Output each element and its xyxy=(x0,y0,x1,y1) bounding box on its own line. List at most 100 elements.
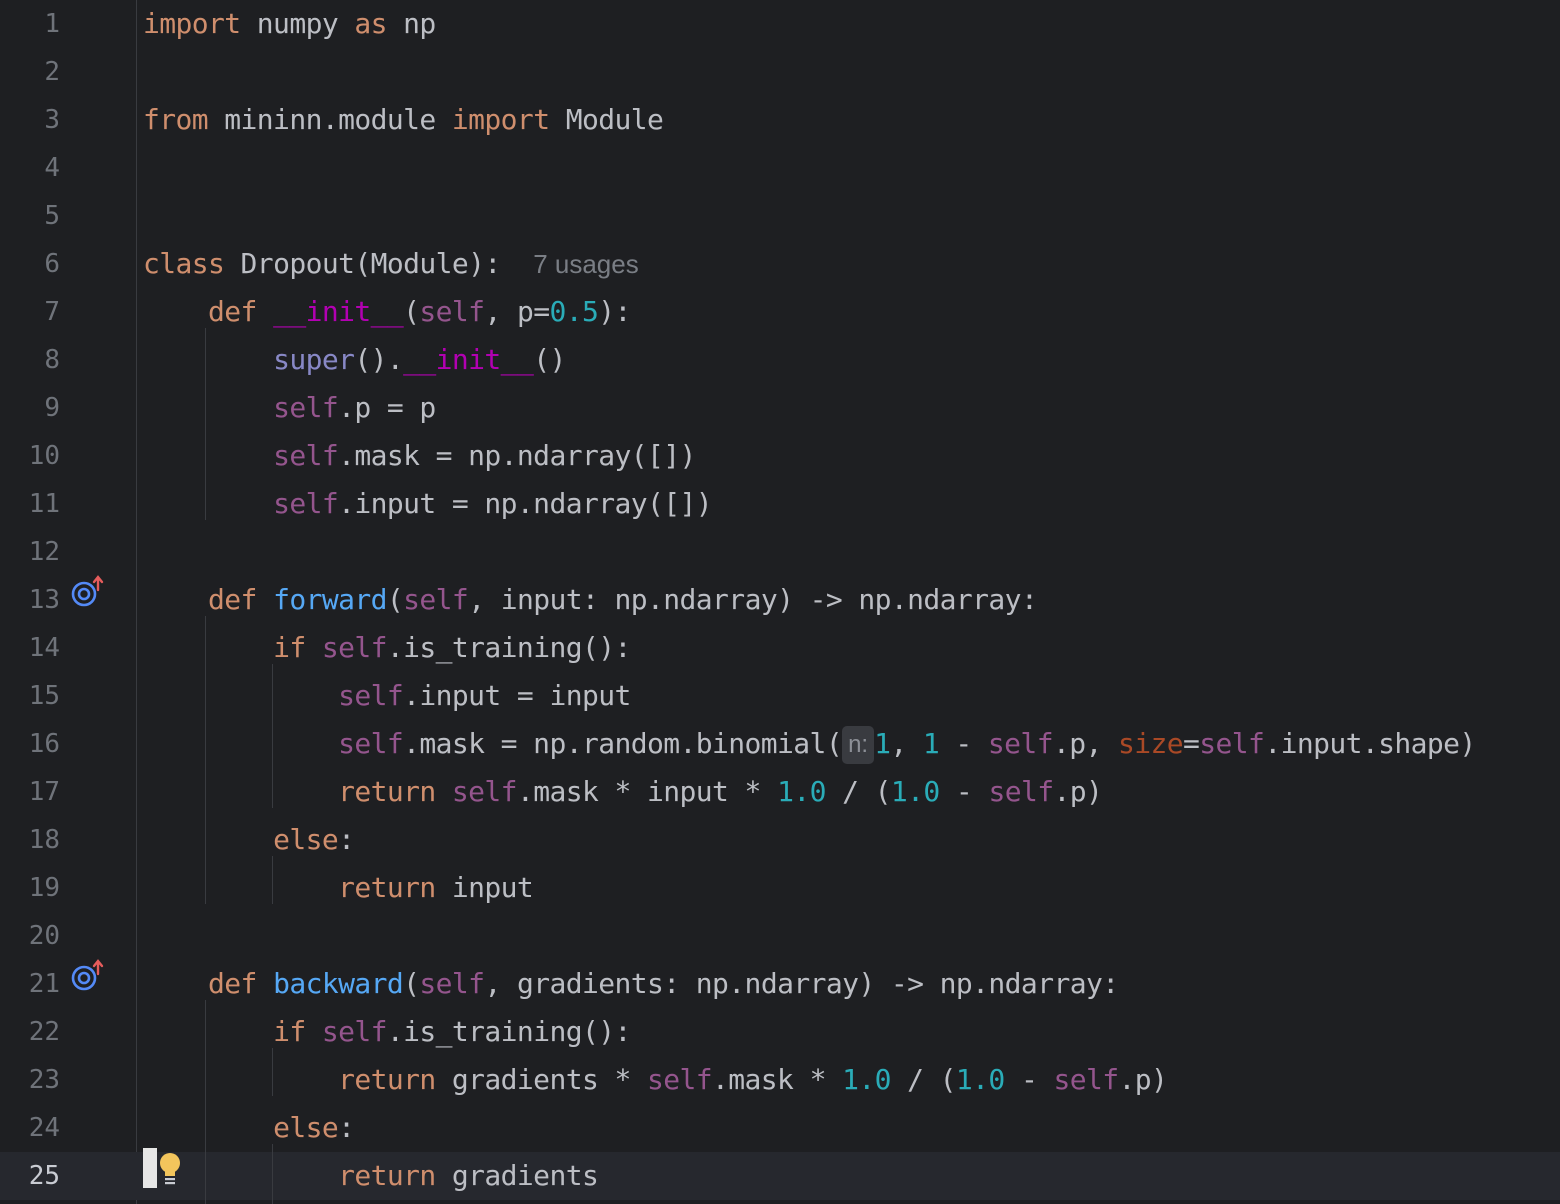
code-text: else: xyxy=(143,816,355,864)
code-line[interactable]: 1 import numpy as np xyxy=(0,0,1560,48)
code-token: self xyxy=(273,439,339,472)
code-line[interactable]: 2 xyxy=(0,48,1560,96)
code-line[interactable]: 25 return gradients xyxy=(0,1152,1560,1200)
code-line[interactable]: 9 self.p = p xyxy=(0,384,1560,432)
line-number: 25 xyxy=(28,1161,60,1191)
code-token: 1.0 xyxy=(777,775,826,808)
code-line[interactable]: 5 xyxy=(0,192,1560,240)
line-number: 4 xyxy=(44,153,60,183)
code-text: else: xyxy=(143,1104,355,1152)
code-token: : xyxy=(338,1111,355,1144)
code-token: mininn.module xyxy=(208,103,452,136)
code-line[interactable]: 15 self.input = input xyxy=(0,672,1560,720)
code-line[interactable]: 10 self.mask = np.ndarray([]) xyxy=(0,432,1560,480)
code-line[interactable]: 22 if self.is_training(): xyxy=(0,1008,1560,1056)
code-line[interactable]: 7 def __init__(self, p=0.5): xyxy=(0,288,1560,336)
code-text: super().__init__() xyxy=(143,336,566,384)
indent-guide xyxy=(272,1048,273,1096)
code-token: import xyxy=(451,103,550,136)
code-token: , xyxy=(890,727,923,760)
code-token: .p) xyxy=(1053,775,1103,808)
code-token: super xyxy=(273,343,355,376)
usages-hint[interactable]: 7 usages xyxy=(533,249,639,279)
code-token: return xyxy=(338,775,436,808)
line-number: 2 xyxy=(44,57,60,87)
code-token: if xyxy=(273,1015,306,1048)
code-token: () xyxy=(533,343,566,376)
code-token: = xyxy=(1183,727,1200,760)
code-token: self xyxy=(647,1063,713,1096)
code-token: self xyxy=(1199,727,1265,760)
lightbulb-icon[interactable] xyxy=(156,1150,184,1186)
code-line[interactable]: 21 def backward(self, gradients: np.ndar… xyxy=(0,960,1560,1008)
code-token: self xyxy=(338,727,404,760)
code-line[interactable]: 20 xyxy=(0,912,1560,960)
code-text: import numpy as np xyxy=(143,0,436,48)
code-token: .mask * input * xyxy=(516,775,778,808)
code-token: def xyxy=(208,583,257,616)
code-token: backward xyxy=(273,967,404,1000)
code-token: Module xyxy=(549,103,664,136)
code-line[interactable]: 4 xyxy=(0,144,1560,192)
code-token: self xyxy=(273,487,339,520)
code-line[interactable]: 18 else: xyxy=(0,816,1560,864)
code-editor[interactable]: 1 import numpy as np 2 3 from mininn.module … xyxy=(0,0,1560,1204)
code-token: self xyxy=(338,679,404,712)
code-token: / ( xyxy=(890,1063,956,1096)
line-number: 13 xyxy=(28,585,60,615)
code-line[interactable]: 3 from mininn.module import Module xyxy=(0,96,1560,144)
code-token: 1 xyxy=(922,727,940,760)
line-number: 5 xyxy=(44,201,60,231)
overrides-method-icon[interactable] xyxy=(70,574,106,610)
line-number: 15 xyxy=(28,681,60,711)
code-line[interactable]: 14 if self.is_training(): xyxy=(0,624,1560,672)
code-token: 1.0 xyxy=(890,775,940,808)
code-line[interactable]: 6 class Dropout(Module): 7 usages xyxy=(0,240,1560,288)
code-token: .is_training(): xyxy=(386,631,631,664)
code-text: return gradients xyxy=(143,1152,599,1200)
code-token: from xyxy=(143,103,209,136)
code-text: if self.is_training(): xyxy=(143,1008,631,1056)
code-token: self xyxy=(273,391,339,424)
code-token: .p, xyxy=(1052,727,1118,760)
code-token: .input.shape) xyxy=(1264,727,1476,760)
code-line[interactable]: 16 self.mask = np.random.binomial(n: 1, 1… xyxy=(0,720,1560,768)
code-token: - xyxy=(939,775,989,808)
code-token: class xyxy=(143,247,225,280)
code-line[interactable]: 19 return input xyxy=(0,864,1560,912)
code-line[interactable]: 17 return self.mask * input * 1.0 / (1.0… xyxy=(0,768,1560,816)
code-line[interactable]: 23 return gradients * self.mask * 1.0 / … xyxy=(0,1056,1560,1104)
code-line[interactable]: 24 else: xyxy=(0,1104,1560,1152)
overrides-method-icon[interactable] xyxy=(70,958,106,994)
code-token: return xyxy=(338,1063,436,1096)
indent-guide xyxy=(205,616,206,904)
code-token: self xyxy=(321,1015,388,1048)
code-token: ( xyxy=(403,295,420,328)
code-line[interactable]: 8 super().__init__() xyxy=(0,336,1560,384)
code-token: self xyxy=(987,727,1054,760)
code-text: class Dropout(Module): 7 usages xyxy=(143,240,639,288)
code-token: def xyxy=(208,967,257,1000)
code-line[interactable]: 11 self.input = np.ndarray([]) xyxy=(0,480,1560,528)
line-number: 24 xyxy=(28,1113,60,1143)
code-token: __init__ xyxy=(273,295,404,328)
code-token: / ( xyxy=(825,775,891,808)
code-text: def forward(self, input: np.ndarray) -> … xyxy=(143,576,1038,624)
indent-guide xyxy=(272,856,273,904)
code-token: return xyxy=(338,871,436,904)
code-text: self.input = input xyxy=(143,672,631,720)
code-line[interactable]: 13 def forward(self, input: np.ndarray) … xyxy=(0,576,1560,624)
code-line[interactable]: 12 xyxy=(0,528,1560,576)
